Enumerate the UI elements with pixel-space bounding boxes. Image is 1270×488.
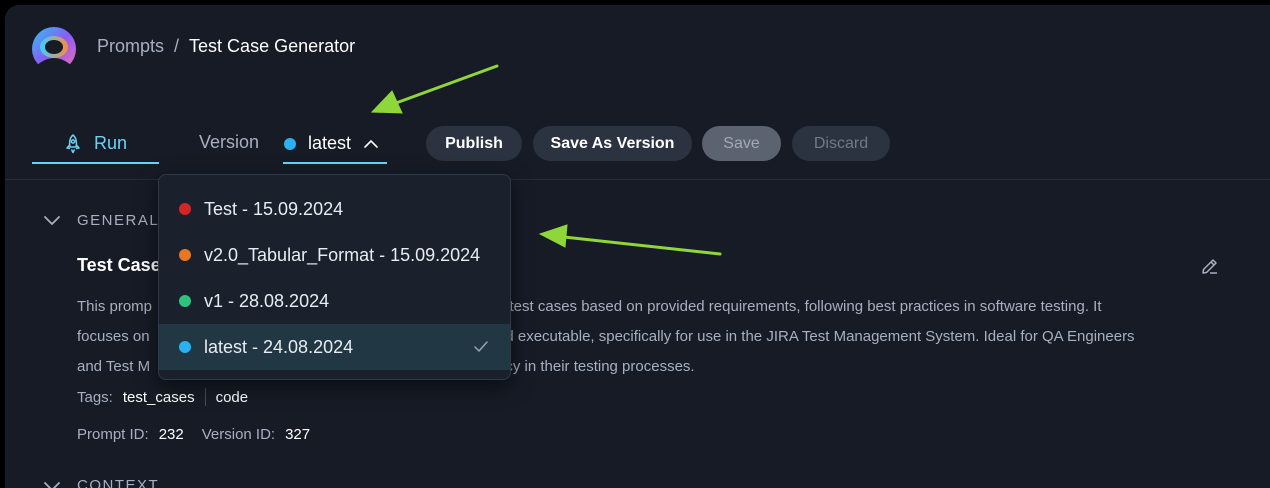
prompt-name: Test Case bbox=[77, 255, 161, 275]
save-button[interactable]: Save bbox=[702, 126, 781, 161]
save-as-version-button[interactable]: Save As Version bbox=[533, 126, 692, 161]
publish-button[interactable]: Publish bbox=[426, 126, 522, 161]
version-option[interactable]: v2.0_Tabular_Format - 15.09.2024 bbox=[159, 232, 510, 278]
version-status-dot bbox=[284, 137, 296, 150]
tag[interactable]: code bbox=[216, 389, 249, 406]
chevron-up-icon bbox=[364, 139, 378, 148]
tab-run-label: Run bbox=[93, 133, 128, 153]
version-option-label: v1 - 28.08.2024 bbox=[204, 290, 330, 311]
version-option[interactable]: v1 - 28.08.2024 bbox=[159, 278, 510, 324]
version-option-label: latest - 24.08.2024 bbox=[204, 336, 354, 357]
version-option[interactable]: Test - 15.09.2024 bbox=[159, 186, 510, 232]
tags-label: Tags: bbox=[77, 388, 113, 406]
section-title-context[interactable]: CONTEXT bbox=[77, 477, 159, 488]
app-logo[interactable] bbox=[31, 26, 77, 72]
version-status-dot bbox=[179, 295, 191, 307]
prompt-id-value: 232 bbox=[158, 426, 184, 443]
app-window: Prompts / Test Case Generator Run Versio… bbox=[5, 5, 1270, 488]
breadcrumb-prompts-link[interactable]: Prompts bbox=[97, 36, 164, 57]
rocket-icon bbox=[66, 133, 80, 153]
tag[interactable]: test_cases bbox=[123, 389, 195, 406]
prompt-id-label: Prompt ID: bbox=[77, 426, 149, 443]
breadcrumb: Prompts / Test Case Generator bbox=[97, 36, 355, 57]
discard-button[interactable]: Discard bbox=[792, 126, 890, 161]
description-text: nd executable, specifically for use in t… bbox=[497, 328, 1135, 345]
check-icon bbox=[474, 341, 488, 352]
version-status-dot bbox=[179, 249, 191, 261]
version-id-label: Version ID: bbox=[201, 426, 276, 443]
description-text: d test cases based on provided requireme… bbox=[497, 298, 1102, 315]
breadcrumb-separator: / bbox=[174, 36, 180, 56]
page-title: Test Case Generator bbox=[189, 36, 356, 56]
tab-run[interactable]: Run bbox=[32, 125, 159, 164]
section-title-general[interactable]: GENERAL bbox=[77, 212, 159, 229]
pencil-icon[interactable] bbox=[1200, 256, 1220, 276]
version-dropdown-menu: Test - 15.09.2024 v2.0_Tabular_Format - … bbox=[158, 174, 511, 380]
version-label: Version bbox=[199, 132, 260, 152]
version-status-dot bbox=[179, 341, 191, 353]
chevron-down-icon[interactable] bbox=[43, 215, 61, 227]
version-option-selected[interactable]: latest - 24.08.2024 bbox=[159, 324, 510, 370]
version-select-value: latest bbox=[308, 133, 352, 153]
chevron-down-icon[interactable] bbox=[43, 481, 61, 488]
version-option-label: Test - 15.09.2024 bbox=[204, 198, 344, 219]
version-option-label: v2.0_Tabular_Format - 15.09.2024 bbox=[204, 244, 481, 265]
tags-row: Tags: test_cases code bbox=[77, 388, 248, 406]
description-text: ncy in their testing processes. bbox=[497, 358, 695, 375]
version-id-value: 327 bbox=[285, 426, 311, 443]
tag-divider bbox=[204, 388, 206, 406]
ids-row: Prompt ID: 232 Version ID: 327 bbox=[77, 426, 328, 443]
version-select[interactable]: latest bbox=[283, 125, 387, 164]
version-status-dot bbox=[179, 203, 191, 215]
